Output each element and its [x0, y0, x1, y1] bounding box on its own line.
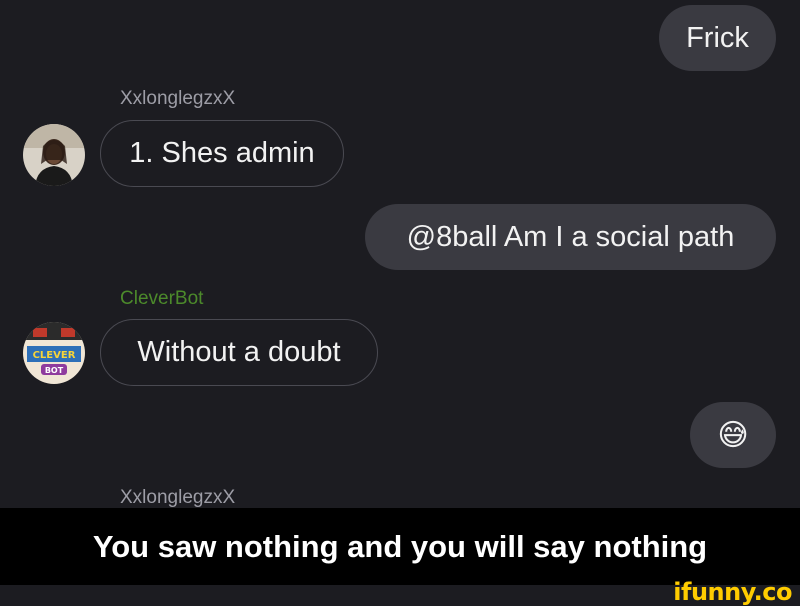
message-text: @8ball Am I a social path — [406, 220, 735, 253]
meme-caption-bar: You saw nothing and you will say nothing — [0, 508, 800, 585]
chat-area[interactable]: Frick XxlonglegzxX 1. Shes admin @8ball … — [0, 0, 800, 508]
outgoing-message-bubble[interactable]: Frick — [659, 5, 776, 71]
bot-username-label: CleverBot — [120, 288, 204, 309]
ifunny-watermark: ifunny.co — [673, 578, 792, 606]
user-photo-icon — [23, 124, 85, 186]
svg-text:CLEVER: CLEVER — [33, 350, 76, 361]
incoming-message-bubble[interactable]: Without a doubt — [100, 319, 378, 386]
username-label: XxlonglegzxX — [120, 88, 236, 109]
incoming-message-bubble[interactable]: 1. Shes admin — [100, 120, 344, 187]
user-avatar[interactable] — [23, 124, 85, 186]
outgoing-message-bubble[interactable]: @8ball Am I a social path — [365, 204, 776, 270]
svg-text:BOT: BOT — [45, 366, 64, 375]
meme-caption: You saw nothing and you will say nothing — [92, 528, 708, 564]
sweat-smile-emoji-icon: 😅 — [717, 418, 749, 452]
outgoing-emoji-bubble[interactable]: 😅 — [690, 402, 776, 468]
username-label: XxlonglegzxX — [120, 487, 236, 508]
cleverbot-logo-icon: CLEVER BOT — [23, 322, 85, 384]
bot-avatar[interactable]: CLEVER BOT — [23, 322, 85, 384]
message-text: Without a doubt — [137, 336, 341, 368]
message-text: Frick — [686, 21, 749, 54]
message-text: 1. Shes admin — [129, 137, 315, 169]
